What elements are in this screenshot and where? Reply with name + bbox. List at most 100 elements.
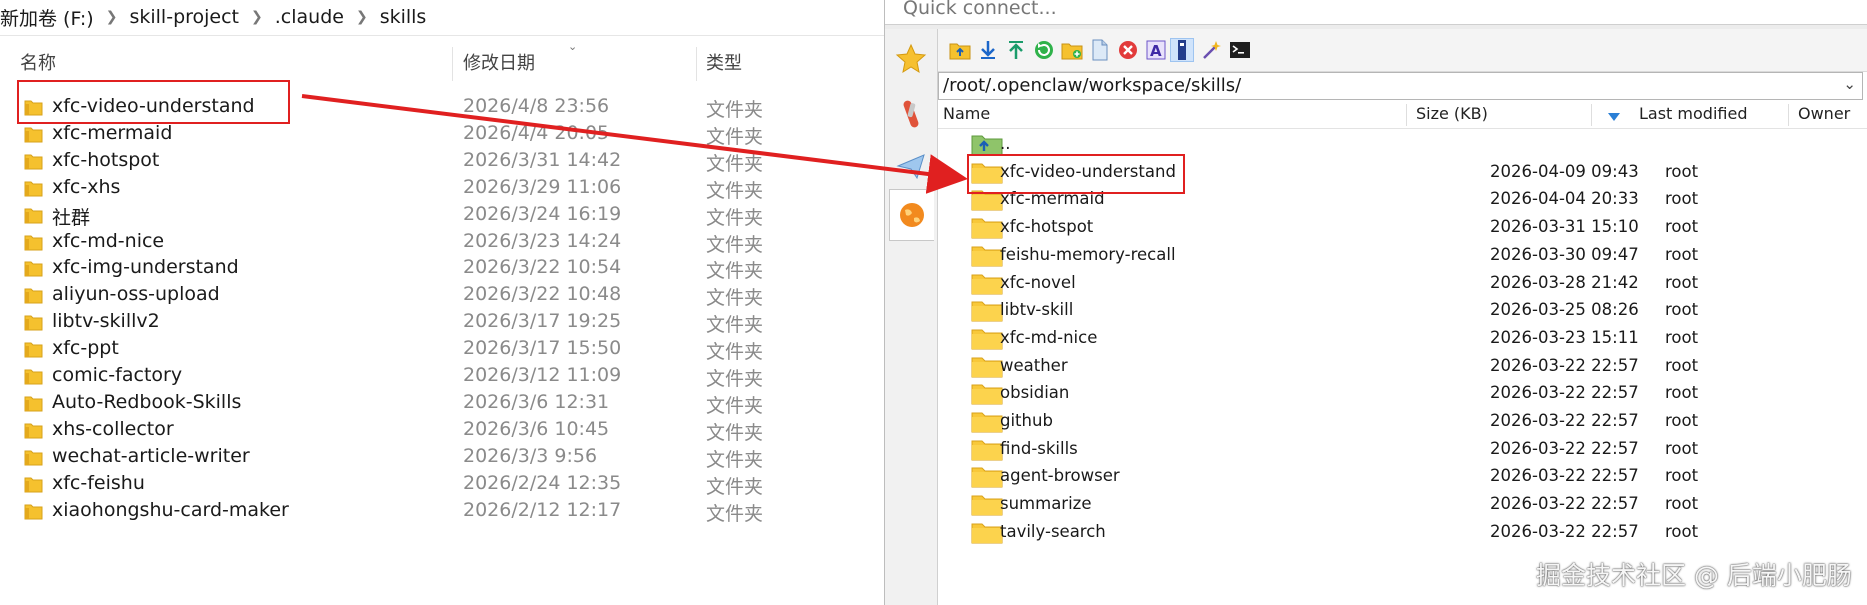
folder-icon: [24, 421, 43, 439]
folder-icon: [970, 159, 1004, 185]
upload-icon[interactable]: [1004, 38, 1028, 62]
remote-file-name: agent-browser: [1000, 466, 1120, 486]
file-modified-date: 2026/3/6 12:31: [463, 390, 610, 413]
remote-file-name: github: [1000, 411, 1053, 430]
remote-last-modified: 2026-03-22 22:57: [1490, 438, 1639, 458]
download-icon[interactable]: [976, 38, 1000, 62]
remote-file-name: obsidian: [1000, 383, 1070, 403]
column-header-size[interactable]: Size (KB): [1416, 104, 1488, 123]
column-header-name[interactable]: 名称: [20, 44, 56, 84]
remote-last-modified: 2026-03-22 22:57: [1490, 494, 1639, 514]
remote-owner: root: [1665, 244, 1699, 264]
tools-knife-icon[interactable]: [889, 89, 933, 139]
remote-owner: root: [1665, 494, 1699, 514]
refresh-icon[interactable]: [1032, 38, 1056, 62]
remote-owner: root: [1665, 272, 1699, 292]
file-modified-date: 2026/3/6 10:45: [463, 417, 610, 440]
breadcrumb-skill-project[interactable]: skill-project: [129, 6, 239, 28]
remote-owner: root: [1665, 189, 1699, 209]
watermark-text: 掘金技术社区 @ 后端小肥肠: [1536, 561, 1852, 590]
column-header-last-modified[interactable]: Last modified: [1639, 104, 1747, 123]
file-name: xfc-xhs: [52, 175, 121, 198]
column-header-modified[interactable]: 修改日期: [463, 44, 535, 84]
file-name: xiaohongshu-card-maker: [52, 498, 289, 521]
column-header-row: 名称 修改日期 类型: [0, 44, 884, 84]
column-divider[interactable]: [1591, 104, 1592, 126]
folder-icon: [970, 297, 1004, 323]
folder-icon: [970, 491, 1004, 517]
favorites-star-icon[interactable]: [889, 33, 933, 83]
column-divider[interactable]: [1788, 104, 1789, 126]
chevron-right-icon: ❯: [251, 9, 263, 25]
list-item[interactable]: xiaohongshu-card-maker 2026/2/12 12:17 文件夹: [0, 496, 884, 528]
remote-last-modified: 2026-04-09 09:43: [1490, 161, 1639, 181]
parent-folder-icon[interactable]: [948, 38, 972, 62]
column-header-name[interactable]: Name: [943, 104, 990, 123]
delete-icon[interactable]: [1116, 38, 1140, 62]
main-toolbar: A: [938, 29, 1867, 72]
remote-last-modified: 2026-03-22 22:57: [1490, 383, 1639, 403]
folder-icon: [24, 98, 43, 116]
quick-connect-input[interactable]: Quick connect...: [885, 0, 1867, 25]
folder-icon: [24, 448, 43, 466]
remote-last-modified: 2026-03-22 22:57: [1490, 521, 1639, 541]
new-file-icon[interactable]: [1088, 38, 1112, 62]
remote-last-modified: 2026-03-22 22:57: [1490, 355, 1639, 375]
column-header-row: Name Size (KB) Last modified Owner: [938, 102, 1867, 129]
file-modified-date: 2026/3/23 14:24: [463, 229, 622, 252]
breadcrumb-skills[interactable]: skills: [380, 6, 427, 28]
remote-owner: root: [1665, 383, 1699, 403]
file-name: aliyun-oss-upload: [52, 283, 220, 306]
remote-file-name: tavily-search: [1000, 521, 1106, 541]
rename-icon[interactable]: A: [1144, 38, 1168, 62]
remote-last-modified: 2026-03-30 09:47: [1490, 244, 1639, 264]
folder-icon: [970, 380, 1004, 406]
folder-icon: [970, 325, 1004, 351]
file-name: xhs-collector: [52, 417, 174, 440]
folder-icon: [970, 186, 1004, 212]
file-modified-date: 2026/3/17 15:50: [463, 337, 622, 360]
remote-file-name: libtv-skill: [1000, 300, 1074, 320]
file-modified-date: 2026/3/22 10:54: [463, 256, 622, 279]
folder-icon: [970, 214, 1004, 240]
sftp-client-window: Quick connect... A /root/.openclaw/works…: [884, 0, 1867, 605]
remote-last-modified: 2026-03-22 22:57: [1490, 466, 1639, 486]
new-folder-icon[interactable]: [1060, 38, 1084, 62]
chevron-down-icon[interactable]: ⌄: [1843, 75, 1856, 93]
file-name: xfc-img-understand: [52, 256, 239, 279]
send-plane-icon[interactable]: [889, 141, 933, 191]
remote-last-modified: 2026-03-22 22:57: [1490, 411, 1639, 430]
sort-descending-icon: [1607, 107, 1621, 126]
magic-wand-icon[interactable]: [1200, 38, 1224, 62]
file-name: xfc-video-understand: [52, 95, 255, 117]
file-name: xfc-feishu: [52, 471, 145, 494]
column-divider[interactable]: [452, 47, 453, 81]
column-header-type[interactable]: 类型: [706, 44, 742, 84]
file-name: xfc-mermaid: [52, 121, 173, 144]
parent-folder-icon: [970, 131, 1004, 157]
terminal-icon[interactable]: [1228, 38, 1252, 62]
file-name: libtv-skillv2: [52, 310, 160, 333]
breadcrumb-drive[interactable]: 新加卷 (F:): [0, 4, 94, 31]
properties-icon[interactable]: [1170, 38, 1194, 62]
file-modified-date: 2026/3/12 11:09: [463, 364, 622, 386]
globe-icon[interactable]: [889, 189, 934, 241]
column-divider[interactable]: [1406, 104, 1407, 126]
remote-last-modified: 2026-03-28 21:42: [1490, 272, 1639, 292]
folder-icon: [970, 270, 1004, 296]
chevron-right-icon: ❯: [105, 9, 118, 25]
table-row[interactable]: tavily-search 2026-03-22 22:57 root: [938, 516, 1867, 549]
column-header-owner[interactable]: Owner: [1798, 104, 1850, 123]
folder-icon: [24, 367, 43, 385]
folder-icon: [24, 259, 43, 277]
breadcrumb: 新加卷 (F:) ❯ skill-project ❯ .claude ❯ ski…: [0, 0, 884, 34]
remote-owner: root: [1665, 438, 1699, 458]
remote-file-name: feishu-memory-recall: [1000, 244, 1176, 264]
folder-icon: [970, 353, 1004, 379]
column-divider[interactable]: [696, 47, 697, 81]
folder-icon: [24, 502, 43, 520]
side-toolbar: [885, 29, 938, 605]
folder-icon: [24, 475, 43, 493]
breadcrumb-claude[interactable]: .claude: [275, 6, 344, 28]
path-combobox[interactable]: /root/.openclaw/workspace/skills/ ⌄: [938, 72, 1863, 100]
